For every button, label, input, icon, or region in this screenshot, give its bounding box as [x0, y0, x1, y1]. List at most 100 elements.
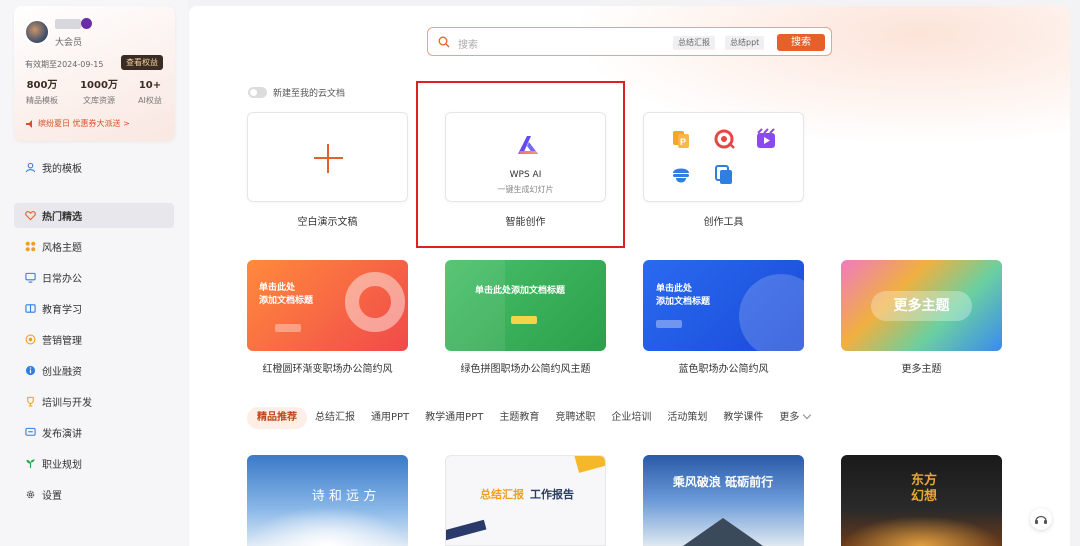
theme-card[interactable]: 单击此处 添加文档标题: [247, 260, 408, 351]
chevron-down-icon: [803, 410, 812, 420]
stat-label: 文库资源: [83, 96, 115, 105]
stat-templates[interactable]: 800万 精品模板: [21, 80, 63, 106]
template-title: 单击此处: [259, 283, 296, 293]
sidebar-item-style-themes[interactable]: 风格主题: [14, 234, 174, 259]
sidebar-item-settings[interactable]: 设置: [14, 482, 174, 507]
template-button-shape: [656, 320, 682, 328]
sidebar-item-hot-picks[interactable]: 热门精选: [14, 203, 174, 228]
promo-link[interactable]: 缤纷夏日 优惠券大派送 >: [25, 118, 130, 129]
cloud-doc-toggle-label: 新建至我的云文档: [273, 89, 346, 99]
sidebar-item-education[interactable]: 教育学习: [14, 296, 174, 321]
video-icon[interactable]: [755, 128, 777, 150]
sidebar-item-daily-office[interactable]: 日常办公: [14, 265, 174, 290]
template-title: 工作报告: [530, 488, 574, 501]
template-title: 添加文档标题: [259, 296, 314, 306]
tab-teaching-ppt[interactable]: 教学通用PPT: [417, 407, 491, 429]
template-thumbnail[interactable]: 东方幻想: [841, 455, 1002, 546]
sidebar-item-startup-funding[interactable]: 创业融资: [14, 358, 174, 383]
sidebar-item-label: 培训与开发: [42, 398, 92, 409]
template-title: 诗 和 远 方: [311, 489, 377, 504]
tab-event-planning[interactable]: 活动策划: [659, 407, 715, 429]
tab-featured[interactable]: 精品推荐: [247, 407, 307, 429]
help-button[interactable]: [1030, 508, 1052, 530]
tab-general-ppt[interactable]: 通用PPT: [363, 407, 417, 429]
template-title: 乘风破浪 砥砺前行: [672, 475, 774, 489]
tab-corporate-training[interactable]: 企业培训: [603, 407, 659, 429]
trophy-icon: [27, 396, 34, 407]
highlight-box: [416, 81, 625, 248]
stat-ai-rights[interactable]: 10+ AI权益: [129, 80, 171, 106]
plant-icon: [26, 459, 35, 469]
sidebar-item-label: 创业融资: [42, 367, 82, 378]
sidebar-item-marketing[interactable]: 营销管理: [14, 327, 174, 352]
search-tag[interactable]: 总结汇报: [673, 36, 715, 50]
tab-competition[interactable]: 竞聘述职: [547, 407, 603, 429]
template-thumbnail[interactable]: 诗 和 远 方: [247, 455, 408, 546]
view-rights-button[interactable]: 查看权益: [121, 55, 163, 70]
sidebar-item-training[interactable]: 培训与开发: [14, 389, 174, 414]
creation-tools-card[interactable]: P: [643, 112, 804, 202]
tab-more-label: 更多: [779, 412, 800, 423]
heart-icon: [25, 211, 36, 221]
stripe-decoration: [574, 456, 605, 473]
member-level: 大会员: [55, 38, 83, 48]
tab-more[interactable]: 更多: [771, 407, 818, 429]
stat-value: 1000万: [80, 80, 118, 91]
more-themes-button[interactable]: 更多主题: [871, 291, 972, 321]
search-button[interactable]: 搜索: [777, 34, 825, 51]
sidebar-item-label: 设置: [42, 491, 62, 502]
creation-tools-label: 创作工具: [703, 217, 744, 228]
stat-value: 800万: [26, 80, 58, 91]
search-tag[interactable]: 总结ppt: [725, 36, 765, 50]
search-input[interactable]: 搜索: [458, 36, 478, 51]
svg-text:P: P: [680, 137, 686, 147]
template-title: 单击此处添加文档标题: [475, 286, 566, 296]
tab-theme-education[interactable]: 主题教育: [491, 407, 547, 429]
circle-decoration: [739, 274, 804, 351]
plus-icon: [327, 144, 329, 173]
theme-caption: 绿色拼图职场办公简约风主题: [460, 364, 591, 375]
hat-icon[interactable]: [670, 164, 692, 186]
monitor-icon: [25, 272, 36, 283]
category-tabs: 精品推荐 总结汇报 通用PPT 教学通用PPT 主题教育 竞聘述职 企业培训 活…: [247, 407, 818, 429]
headset-icon: [1035, 515, 1047, 524]
template-thumbnail[interactable]: 乘风破浪 砥砺前行: [643, 455, 804, 546]
template-title: 单击此处: [656, 284, 693, 294]
main-panel: 搜索 总结汇报 总结ppt 搜索 新建至我的云文档 空白演示文稿 WPS AI …: [189, 6, 1070, 546]
sidebar-item-label: 日常办公: [42, 274, 82, 285]
sidebar-item-label: 教育学习: [42, 305, 82, 316]
copy-icon[interactable]: [713, 164, 735, 186]
cloud-doc-toggle[interactable]: [248, 87, 267, 98]
template-title: 添加文档标题: [656, 297, 711, 307]
theme-card[interactable]: 单击此处 添加文档标题: [643, 260, 804, 351]
sidebar-item-label: 我的模板: [42, 164, 82, 175]
sidebar-item-my-templates[interactable]: 我的模板: [14, 155, 174, 180]
sidebar-item-career[interactable]: 职业规划: [14, 451, 174, 476]
user-card: 大会员 有效期至2024-09-15 查看权益 800万 精品模板 1000万 …: [14, 6, 175, 141]
stat-label: 精品模板: [26, 96, 58, 105]
template-button-shape: [275, 324, 301, 332]
theme-caption: 蓝色职场办公简约风: [678, 364, 769, 375]
user-icon: [25, 162, 36, 173]
sidebar-item-presentations[interactable]: 发布演讲: [14, 420, 174, 445]
promo-text: 缤纷夏日 优惠券大派送 >: [38, 119, 130, 128]
theme-card[interactable]: 单击此处添加文档标题: [445, 260, 606, 351]
sidebar: 大会员 有效期至2024-09-15 查看权益 800万 精品模板 1000万 …: [0, 0, 188, 546]
sidebar-item-label: 营销管理: [42, 336, 82, 347]
record-icon[interactable]: [713, 128, 735, 150]
tab-courseware[interactable]: 教学课件: [715, 407, 771, 429]
avatar[interactable]: [24, 19, 50, 45]
more-themes-card[interactable]: 更多主题: [841, 260, 1002, 351]
template-button-shape: [511, 316, 537, 324]
tab-summary[interactable]: 总结汇报: [307, 407, 363, 429]
target-icon: [25, 334, 36, 345]
template-thumbnail[interactable]: 总结汇报 工作报告: [445, 455, 606, 546]
sidebar-item-label: 热门精选: [42, 212, 82, 223]
gear-icon: [26, 490, 35, 499]
blank-presentation-card[interactable]: [247, 112, 408, 202]
search-bar[interactable]: 搜索 总结汇报 总结ppt 搜索: [427, 27, 832, 56]
stat-library[interactable]: 1000万 文库资源: [78, 80, 120, 106]
stripe-decoration: [446, 519, 487, 543]
stat-label: AI权益: [138, 96, 162, 105]
file-convert-icon[interactable]: P: [670, 128, 692, 150]
